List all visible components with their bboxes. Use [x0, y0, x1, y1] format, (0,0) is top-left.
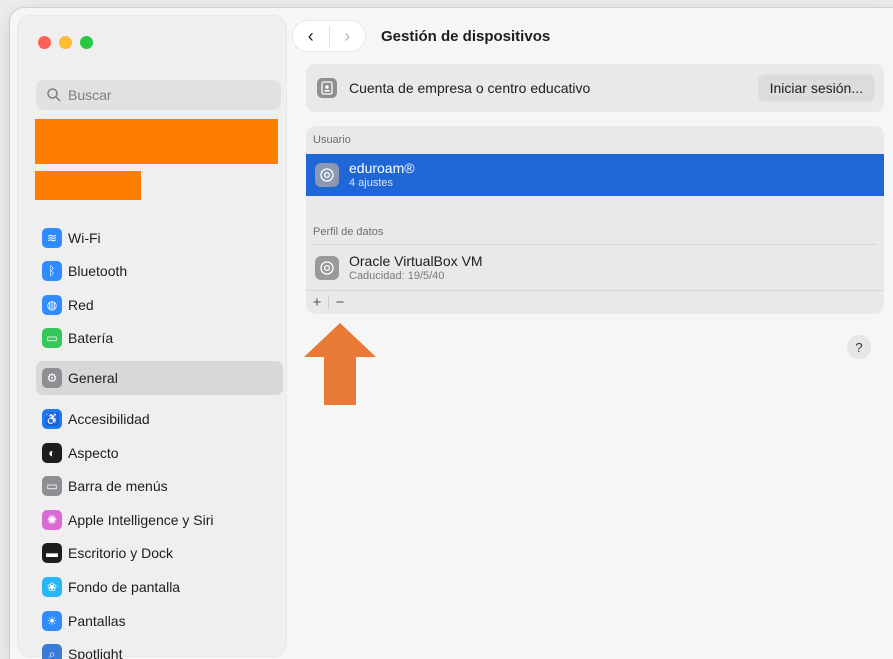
work-account-card: Cuenta de empresa o centro educativo Ini… [306, 64, 884, 112]
gear-icon [315, 163, 339, 187]
sidebar: Buscar ≋ Wi-Fi ᛒ Bluetooth ◍ Red ▭ Batería ⚙ Gene… [18, 16, 286, 659]
profile-name: eduroam® [349, 160, 415, 176]
globe-icon: ◍ [42, 295, 62, 315]
wallpaper-icon: ❀ [42, 577, 62, 597]
sign-in-button[interactable]: Iniciar sesión... [758, 75, 874, 101]
add-profile-button[interactable]: + [306, 294, 328, 311]
profile-detail: 4 ajustes [349, 177, 394, 189]
back-button[interactable]: ‹ [293, 26, 329, 47]
forward-button[interactable]: › [328, 25, 366, 47]
redacted-account-block-small [35, 171, 141, 200]
sidebar-item-label: Apple Intelligence y Siri [68, 512, 214, 528]
sidebar-item-label: Accesibilidad [68, 411, 150, 427]
sidebar-item-label: Escritorio y Dock [68, 545, 174, 561]
sidebar-item-accesibilidad[interactable]: ♿ Accesibilidad [36, 403, 283, 435]
displays-icon: ☀ [42, 611, 62, 631]
user-section-header: Usuario [313, 134, 351, 146]
zoom-window-button[interactable] [80, 36, 93, 49]
battery-icon: ▭ [42, 328, 62, 348]
sidebar-item-apple-intelligence-y-siri[interactable]: ✺ Apple Intelligence y Siri [36, 504, 283, 536]
search-input[interactable]: Buscar [36, 80, 281, 110]
sidebar-item-general[interactable]: ⚙ General [36, 361, 283, 395]
gear-icon: ⚙ [42, 368, 62, 388]
divider [313, 244, 877, 245]
appearance-icon: ◐ [42, 443, 62, 463]
profile-row-virtualbox[interactable]: Oracle VirtualBox VM Caducidad: 19/5/40 [306, 247, 884, 289]
remove-profile-button[interactable]: − [329, 294, 351, 311]
wifi-icon: ≋ [42, 228, 62, 248]
settings-window: Buscar ≋ Wi-Fi ᛒ Bluetooth ◍ Red ▭ Batería ⚙ Gene… [10, 8, 893, 659]
sidebar-item-label: Spotlight [68, 646, 123, 659]
annotation-arrow-up [304, 323, 376, 405]
menubar-icon: ▭ [42, 476, 62, 496]
sidebar-item-barra-de-men-s[interactable]: ▭ Barra de menús [36, 470, 283, 502]
dock-icon: ▬ [42, 543, 62, 563]
siri-icon: ✺ [42, 510, 62, 530]
spotlight-icon: ⌕ [42, 644, 62, 659]
window-controls [38, 36, 93, 49]
data-section-header: Perfil de datos [313, 226, 384, 238]
redacted-account-block [35, 119, 278, 164]
minimize-window-button[interactable] [59, 36, 72, 49]
sidebar-item-label: Aspecto [68, 445, 119, 461]
profile-row-eduroam[interactable]: eduroam® 4 ajustes [306, 154, 884, 196]
sidebar-item-fondo-de-pantalla[interactable]: ❀ Fondo de pantalla [36, 571, 283, 603]
sidebar-item-label: Pantallas [68, 613, 126, 629]
history-nav: ‹ › [293, 21, 365, 51]
id-card-icon [317, 78, 337, 98]
sidebar-item-label: General [68, 370, 118, 386]
accessibility-icon: ♿ [42, 409, 62, 429]
sidebar-item-pantallas[interactable]: ☀ Pantallas [36, 605, 283, 637]
sidebar-item-bater-a[interactable]: ▭ Batería [36, 322, 283, 354]
sidebar-item-label: Red [68, 297, 94, 313]
sidebar-item-label: Fondo de pantalla [68, 579, 181, 595]
sidebar-item-label: Batería [68, 330, 114, 346]
gear-icon [315, 256, 339, 280]
sidebar-item-bluetooth[interactable]: ᛒ Bluetooth [36, 255, 283, 287]
sidebar-item-label: Wi-Fi [68, 230, 101, 246]
search-placeholder: Buscar [68, 87, 112, 103]
close-window-button[interactable] [38, 36, 51, 49]
sidebar-item-escritorio-y-dock[interactable]: ▬ Escritorio y Dock [36, 537, 283, 569]
bluetooth-icon: ᛒ [42, 261, 62, 281]
sidebar-item-red[interactable]: ◍ Red [36, 289, 283, 321]
sidebar-item-wi-fi[interactable]: ≋ Wi-Fi [36, 222, 283, 254]
page-title: Gestión de dispositivos [381, 27, 551, 45]
sidebar-item-aspecto[interactable]: ◐ Aspecto [36, 437, 283, 469]
profile-name: Oracle VirtualBox VM [349, 253, 483, 269]
sidebar-item-label: Barra de menús [68, 478, 168, 494]
search-icon [47, 88, 61, 102]
profile-detail: Caducidad: 19/5/40 [349, 270, 445, 282]
profile-actions: + − [306, 290, 884, 314]
toolbar: ‹ › Gestión de dispositivos [293, 20, 550, 52]
sidebar-item-spotlight[interactable]: ⌕ Spotlight [36, 638, 283, 659]
profiles-list: Usuario eduroam® 4 ajustes Perfil de dat… [306, 126, 884, 314]
sidebar-item-label: Bluetooth [68, 263, 128, 279]
help-button[interactable]: ? [848, 336, 870, 358]
work-account-label: Cuenta de empresa o centro educativo [349, 80, 591, 96]
